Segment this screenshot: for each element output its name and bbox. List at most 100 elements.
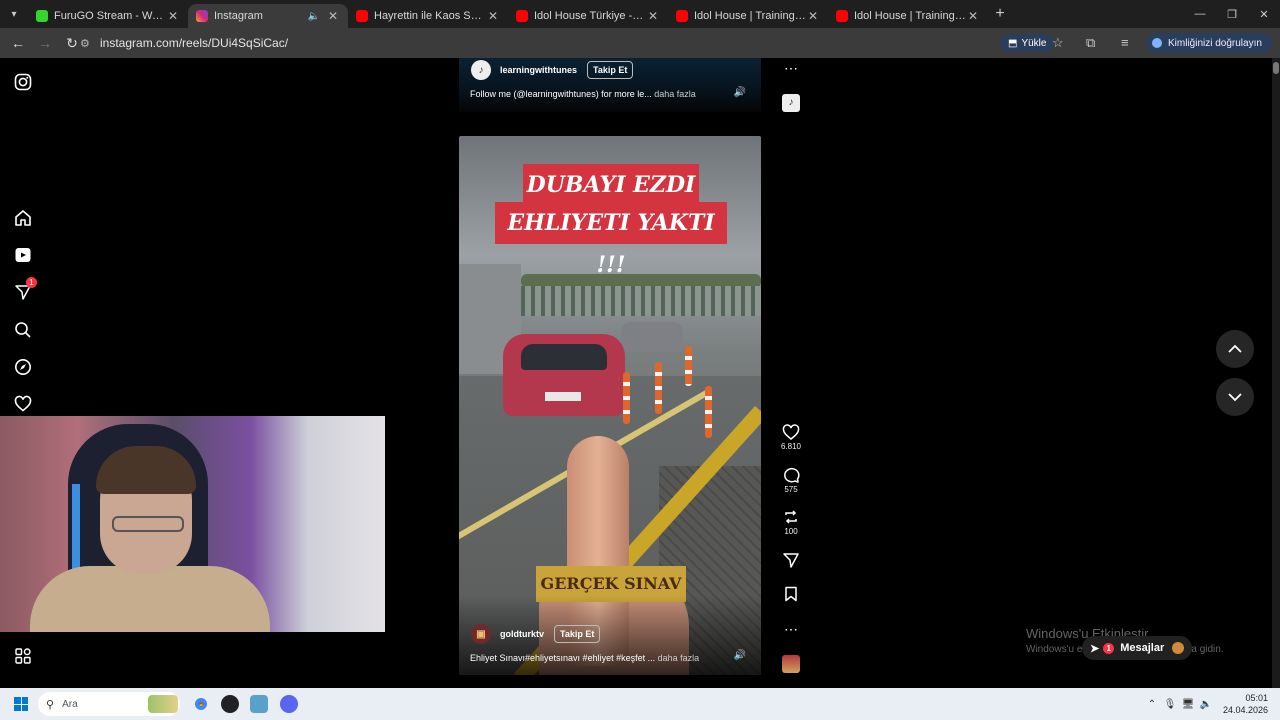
tab-close-icon[interactable]: ✕ bbox=[806, 9, 820, 23]
reel-author: ▣ goldturktv Takip Et bbox=[471, 624, 601, 644]
previous-reel[interactable]: ♪ learningwithtunes Takip Et Follow me (… bbox=[459, 58, 761, 112]
more-link[interactable]: daha fazla bbox=[658, 653, 700, 663]
follow-button[interactable]: Takip Et bbox=[587, 61, 634, 79]
tab-close-icon[interactable]: ✕ bbox=[966, 9, 980, 23]
speaker-icon[interactable]: 🔈 bbox=[308, 11, 320, 22]
comment-icon bbox=[784, 467, 800, 483]
audio-thumbnail[interactable] bbox=[782, 655, 800, 673]
tab-close-icon[interactable]: ✕ bbox=[166, 9, 180, 23]
browser-tab-active[interactable]: Instagram 🔈 ✕ bbox=[188, 4, 348, 28]
tab-close-icon[interactable]: ✕ bbox=[646, 9, 660, 23]
tab-close-icon[interactable]: ✕ bbox=[326, 9, 340, 23]
speaker-icon[interactable]: 🔊 bbox=[733, 650, 747, 664]
heart-notifications-icon[interactable] bbox=[14, 395, 34, 415]
author-name[interactable]: goldturktv bbox=[500, 629, 544, 639]
address-bar[interactable]: ⚙ instagram.com/reels/DUi4SqSiCac/ ⬒ Yük… bbox=[80, 31, 1152, 55]
search-icon[interactable] bbox=[14, 321, 34, 341]
forward-arrow-icon[interactable]: → bbox=[33, 35, 57, 51]
search-placeholder: Ara bbox=[62, 698, 78, 710]
speaker-icon[interactable]: 🔊 bbox=[733, 87, 747, 101]
bookmark-star-icon[interactable]: ☆ bbox=[1052, 35, 1064, 51]
browser-tab[interactable]: Idol House Türkiye - YouTube ✕ bbox=[508, 4, 668, 28]
video-car bbox=[621, 322, 683, 352]
install-app-button[interactable]: ⬒ Yükle bbox=[1000, 34, 1055, 52]
browser-tab[interactable]: Idol House | Training EP 12 | As... ✕ bbox=[828, 4, 988, 28]
tab-title: Hayrettin ile Kaos Show - 2.Se... bbox=[374, 10, 486, 22]
messages-button[interactable]: ➤ 1 Mesajlar bbox=[1082, 636, 1193, 660]
browser-toolbar: ← → ↻ ⚙ instagram.com/reels/DUi4SqSiCac/… bbox=[0, 28, 1280, 58]
browser-tab[interactable]: Idol House | Training EP 11 | As... ✕ bbox=[668, 4, 828, 28]
avatar[interactable]: ▣ bbox=[471, 624, 491, 644]
app-icon[interactable] bbox=[221, 695, 239, 713]
clock[interactable]: 05:01 24.04.2026 bbox=[1223, 692, 1268, 716]
microphone-icon[interactable]: 🎙 bbox=[1161, 699, 1179, 710]
audio-thumbnail[interactable]: ♪ bbox=[782, 94, 800, 112]
network-icon[interactable]: 🖥 bbox=[1179, 699, 1197, 710]
tab-title: Instagram bbox=[214, 10, 263, 22]
chevron-up-icon[interactable]: ⌃ bbox=[1143, 699, 1161, 710]
windows-start-icon[interactable] bbox=[14, 697, 28, 711]
notification-badge: 1 bbox=[26, 277, 37, 288]
windows-taskbar: ⚲ Ara ⌃ 🎙 🖥 🔈 05:01 24.04.2026 bbox=[0, 688, 1280, 720]
tab-search-button[interactable]: ▾ bbox=[0, 0, 28, 28]
url-text: instagram.com/reels/DUi4SqSiCac/ bbox=[100, 36, 289, 50]
more-link[interactable]: daha fazla bbox=[654, 89, 696, 99]
send-icon: ➤ bbox=[1090, 642, 1100, 655]
instagram-favicon-icon bbox=[196, 10, 208, 22]
home-icon[interactable] bbox=[14, 209, 34, 229]
clock-date: 24.04.2026 bbox=[1222, 705, 1268, 715]
save-button[interactable] bbox=[778, 586, 804, 602]
verify-identity-button[interactable]: Kimliğinizi doğrulayın bbox=[1146, 33, 1272, 53]
install-icon: ⬒ bbox=[1008, 37, 1018, 49]
taskbar-search[interactable]: ⚲ Ara bbox=[38, 692, 180, 716]
volume-icon[interactable]: 🔈 bbox=[1197, 699, 1215, 710]
new-tab-button[interactable]: + bbox=[988, 5, 1012, 23]
avatar bbox=[1172, 642, 1185, 654]
site-info-icon[interactable]: ⚙ bbox=[80, 37, 100, 50]
restore-icon[interactable]: ❐ bbox=[1216, 0, 1248, 28]
more-menu-icon[interactable] bbox=[14, 647, 34, 667]
back-arrow-icon[interactable]: ← bbox=[6, 35, 30, 51]
chrome-icon[interactable] bbox=[192, 695, 210, 713]
explore-compass-icon[interactable] bbox=[14, 358, 34, 378]
tab-title: FuruGO Stream - Watch Live on... bbox=[54, 10, 166, 22]
comment-button[interactable]: 575 bbox=[778, 467, 804, 494]
bookmark-icon bbox=[785, 586, 797, 602]
app-icon[interactable] bbox=[250, 695, 268, 713]
browser-tab[interactable]: FuruGO Stream - Watch Live on... ✕ bbox=[28, 4, 188, 28]
extensions-icon[interactable]: ⧉ bbox=[1086, 35, 1095, 51]
repost-icon bbox=[785, 510, 797, 524]
follow-button[interactable]: Takip Et bbox=[554, 625, 601, 643]
like-button[interactable]: 6.810 bbox=[778, 424, 804, 451]
reel-caption: Ehliyet Sınavı#ehliyetsınavı #ehliyet #k… bbox=[470, 653, 730, 663]
media-control-icon[interactable]: ≡ bbox=[1121, 35, 1129, 50]
youtube-favicon-icon bbox=[516, 10, 528, 22]
video-banner-title: DUBAYI EZDI bbox=[523, 164, 699, 206]
close-window-icon[interactable]: ✕ bbox=[1248, 0, 1280, 28]
reel-video[interactable]: DUBAYI EZDI EHLIYETI YAKTI !!! GERÇEK SI… bbox=[459, 136, 761, 675]
search-highlight-image bbox=[148, 695, 178, 713]
author-name[interactable]: learningwithtunes bbox=[500, 65, 577, 75]
more-options-icon[interactable]: ⋯ bbox=[778, 621, 804, 638]
like-count: 6.810 bbox=[780, 442, 802, 451]
browser-tab[interactable]: Hayrettin ile Kaos Show - 2.Se... ✕ bbox=[348, 4, 508, 28]
search-icon: ⚲ bbox=[46, 698, 55, 711]
more-options-icon[interactable]: ⋯ bbox=[778, 60, 804, 77]
page-scrollbar[interactable] bbox=[1272, 58, 1280, 688]
avatar[interactable]: ♪ bbox=[471, 60, 491, 80]
messages-icon[interactable]: 1 bbox=[14, 277, 37, 303]
instagram-logo-icon[interactable] bbox=[14, 73, 34, 93]
reels-icon[interactable] bbox=[14, 246, 34, 266]
profile-icon bbox=[1152, 38, 1162, 48]
next-reel-button[interactable] bbox=[1216, 378, 1254, 416]
verify-label: Kimliğinizi doğrulayın bbox=[1168, 37, 1262, 49]
favicon-icon bbox=[36, 10, 48, 22]
discord-icon[interactable] bbox=[280, 695, 298, 713]
video-car bbox=[503, 334, 625, 416]
minimize-icon[interactable]: — bbox=[1184, 0, 1216, 28]
tab-title: Idol House | Training EP 11 | As... bbox=[694, 10, 806, 22]
share-button[interactable] bbox=[778, 552, 804, 568]
repost-button[interactable]: 100 bbox=[778, 509, 804, 536]
previous-reel-button[interactable] bbox=[1216, 330, 1254, 368]
tab-close-icon[interactable]: ✕ bbox=[486, 9, 500, 23]
